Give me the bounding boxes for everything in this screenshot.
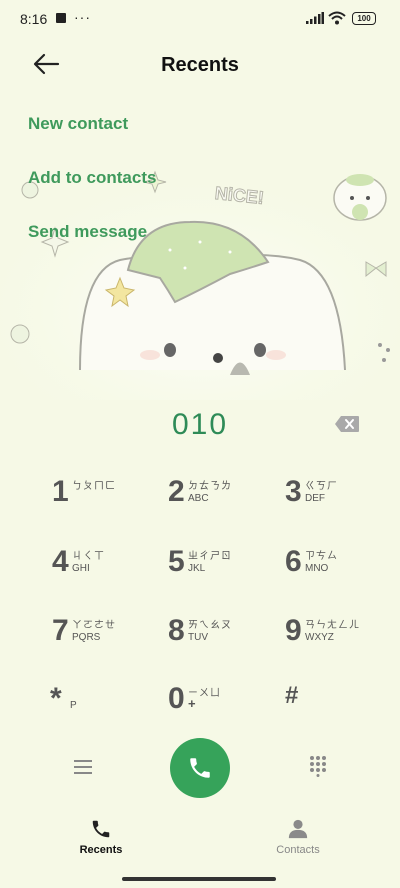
dialpad-key-2[interactable]: 2 ㄉㄊㄋㄌ ABC — [168, 475, 278, 525]
key-letters: P — [70, 700, 77, 711]
phone-icon — [190, 758, 210, 778]
dialpad-key-9[interactable]: 9 ㄢㄣㄤㄥㄦ WXYZ — [285, 614, 395, 664]
header: Recents — [0, 44, 400, 84]
dialpad-key-3[interactable]: 3 ㄍㄎㄏ DEF — [285, 475, 395, 525]
key-letters: TUV — [188, 632, 208, 643]
key-letters: DEF — [305, 493, 325, 504]
key-letters: GHI — [72, 563, 90, 574]
hamburger-icon[interactable] — [74, 759, 92, 775]
key-zhuyin: ㄗㄘㄙ — [305, 551, 338, 562]
dialpad-icon[interactable] — [309, 755, 327, 777]
key-zhuyin: ㄐㄑㄒ — [72, 551, 105, 562]
backspace-icon[interactable] — [334, 415, 360, 433]
key-letters: JKL — [188, 563, 206, 574]
wifi-icon — [328, 11, 346, 25]
key-letters: ABC — [188, 493, 209, 504]
nav-recents-label: Recents — [79, 844, 123, 856]
nav-contacts[interactable]: Contacts — [238, 818, 358, 856]
notification-icon — [56, 13, 66, 23]
person-icon — [288, 819, 308, 839]
key-digit: * — [50, 682, 62, 715]
phone-icon — [92, 820, 110, 838]
key-digit: # — [285, 682, 299, 709]
add-to-contacts-button[interactable]: Add to contacts — [28, 168, 156, 188]
key-zhuyin: ㄍㄎㄏ — [305, 481, 338, 492]
dialpad-key-8[interactable]: 8 ㄞㄟㄠㄡ TUV — [168, 614, 278, 664]
key-digit: 2 — [168, 475, 185, 508]
key-digit: 4 — [52, 545, 69, 578]
key-zhuyin: ㄅㄆㄇㄈ — [72, 481, 116, 492]
dialpad-key-7[interactable]: 7 ㄚㄛㄜㄝ PQRS — [52, 614, 162, 664]
dialpad-key-1[interactable]: 1 ㄅㄆㄇㄈ — [52, 475, 162, 525]
send-message-button[interactable]: Send message — [28, 222, 147, 242]
key-digit: 8 — [168, 614, 185, 647]
more-notifications-icon: ··· — [74, 9, 91, 25]
signal-icon — [306, 12, 324, 24]
page-title: Recents — [161, 54, 239, 76]
key-letters: PQRS — [72, 632, 101, 643]
dialpad-key-star[interactable]: * P — [50, 682, 160, 732]
key-zhuyin: ㄚㄛㄜㄝ — [72, 620, 116, 631]
key-digit: 0 — [168, 682, 185, 715]
dialpad-key-4[interactable]: 4 ㄐㄑㄒ GHI — [52, 545, 162, 595]
key-letters: + — [188, 696, 196, 711]
nav-contacts-label: Contacts — [276, 844, 320, 856]
key-zhuyin: ㄞㄟㄠㄡ — [188, 620, 232, 631]
dialpad-key-6[interactable]: 6 ㄗㄘㄙ MNO — [285, 545, 395, 595]
call-button[interactable] — [170, 738, 230, 798]
battery-icon: 100 — [352, 12, 376, 25]
key-digit: 6 — [285, 545, 302, 578]
status-time: 8:16 — [20, 11, 48, 27]
new-contact-button[interactable]: New contact — [28, 114, 128, 134]
nav-recents[interactable]: Recents — [41, 818, 161, 856]
home-indicator[interactable] — [122, 877, 276, 881]
key-digit: 1 — [52, 475, 69, 508]
key-digit: 7 — [52, 614, 69, 647]
dialpad-key-0[interactable]: 0 ㄧㄨㄩ + — [168, 682, 278, 732]
key-zhuyin: ㄉㄊㄋㄌ — [188, 481, 232, 492]
key-zhuyin: ㄓㄔㄕㄖ — [188, 551, 232, 562]
status-bar: 8:16 ··· 100 — [0, 0, 400, 38]
key-letters: MNO — [305, 563, 329, 574]
key-letters: WXYZ — [305, 632, 334, 643]
key-digit: 5 — [168, 545, 185, 578]
key-digit: 9 — [285, 614, 302, 647]
dialpad-key-5[interactable]: 5 ㄓㄔㄕㄖ JKL — [168, 545, 278, 595]
key-zhuyin: ㄢㄣㄤㄥㄦ — [305, 620, 360, 631]
key-digit: 3 — [285, 475, 302, 508]
dialpad-key-hash[interactable]: # — [285, 682, 395, 732]
